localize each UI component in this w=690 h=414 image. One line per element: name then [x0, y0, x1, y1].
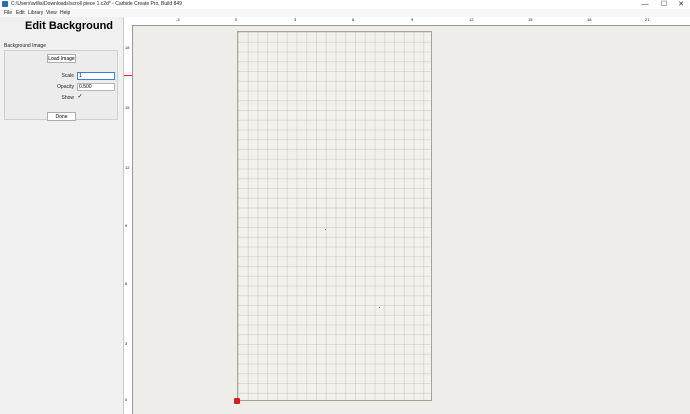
stock-grid[interactable]: [237, 31, 432, 401]
ruler-tick-label: 12: [469, 17, 474, 22]
top-ruler: -3 0 3 6 9 12 15 18 21: [124, 17, 690, 26]
ruler-tick-label: 21: [645, 17, 650, 22]
window-title: C:\Users\willia\Downloads\scroll piece 1…: [11, 1, 182, 7]
ruler-tick-label: 15: [125, 105, 130, 110]
ruler-tick-label: 9: [411, 17, 414, 22]
ruler-tick-label: 0: [125, 397, 128, 402]
left-ruler: 18 15 12 9 6 3 0: [124, 25, 133, 414]
load-image-button[interactable]: Load Image: [47, 54, 76, 63]
title-bar: C:\Users\willia\Downloads\scroll piece 1…: [0, 0, 690, 9]
ruler-tick-label: -3: [176, 17, 180, 22]
menu-edit[interactable]: Edit: [16, 10, 25, 16]
background-image-group: Load Image Scale Opacity Show ✓: [4, 50, 118, 120]
opacity-input[interactable]: [77, 83, 115, 91]
background-speck: [325, 229, 326, 230]
edit-background-panel: Edit Background Background Image Load Im…: [0, 17, 124, 414]
menu-library[interactable]: Library: [28, 10, 43, 16]
ruler-tick-label: 12: [125, 165, 130, 170]
menu-help[interactable]: Help: [60, 10, 70, 16]
ruler-tick-label: 18: [587, 17, 592, 22]
opacity-label: Opacity: [57, 84, 74, 90]
ruler-tick-label: 3: [125, 341, 128, 346]
ruler-tick-label: 6: [352, 17, 355, 22]
show-label: Show: [61, 95, 74, 101]
panel-title: Edit Background: [25, 20, 114, 32]
scale-label: Scale: [61, 73, 74, 79]
maximize-button[interactable]: ☐: [655, 0, 673, 9]
ruler-position-marker: [124, 75, 132, 76]
ruler-tick-label: 3: [294, 17, 297, 22]
show-checkbox[interactable]: ✓: [77, 94, 83, 100]
menu-file[interactable]: File: [4, 10, 12, 16]
app-icon: [2, 1, 8, 7]
menu-bar: File Edit Library View Help: [0, 9, 690, 17]
ruler-tick-label: 18: [125, 45, 130, 50]
ruler-tick-label: 15: [528, 17, 533, 22]
minimize-button[interactable]: —: [636, 0, 654, 9]
ruler-tick-label: 9: [125, 223, 128, 228]
origin-marker-icon: [234, 398, 240, 404]
close-button[interactable]: ✕: [672, 0, 690, 9]
section-label: Background Image: [4, 43, 46, 49]
ruler-tick-label: 6: [125, 281, 128, 286]
done-button[interactable]: Done: [47, 112, 76, 121]
scale-input[interactable]: [77, 72, 115, 80]
menu-view[interactable]: View: [46, 10, 57, 16]
background-speck: [379, 307, 380, 308]
ruler-tick-label: 0: [235, 17, 238, 22]
